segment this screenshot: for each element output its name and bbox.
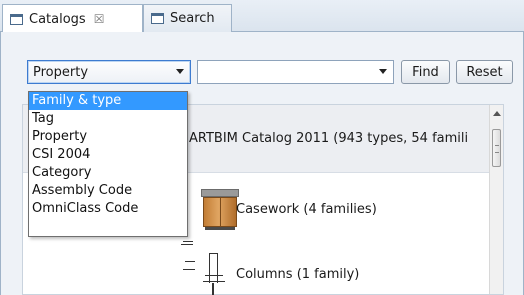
list-item-label: Columns (1 family) [236,267,360,282]
tab-search[interactable]: Search [143,4,232,32]
dropdown-option-property[interactable]: Property [29,128,187,146]
window-icon [10,13,23,25]
dropdown-option-tag[interactable]: Tag [29,110,187,128]
dropdown-option-assembly-code[interactable]: Assembly Code [29,182,187,200]
property-select-value: Property [33,64,89,80]
property-select[interactable]: Property [27,60,191,84]
chevron-down-icon[interactable] [379,69,387,74]
column-icon [179,239,231,295]
scroll-up-icon[interactable] [493,111,501,116]
dropdown-option-csi-2004[interactable]: CSI 2004 [29,146,187,164]
list-item-label: Casework (4 families) [236,202,377,217]
cabinet-icon [199,189,241,231]
find-button[interactable]: Find [401,60,450,84]
scroll-thumb[interactable] [492,129,501,167]
tab-search-label: Search [170,11,215,26]
chevron-down-icon[interactable] [176,69,184,74]
tab-catalogs[interactable]: Catalogs ☒ [2,4,143,33]
dropdown-option-category[interactable]: Category [29,164,187,182]
value-combo[interactable] [197,60,394,84]
catalog-title: ARTBIM Catalog 2011 (943 types, 54 famil… [189,131,469,146]
property-dropdown-list: Family & type Tag Property CSI 2004 Cate… [28,91,188,237]
tab-catalogs-label: Catalogs [29,11,86,27]
tab-strip: Catalogs ☒ Search [0,0,524,33]
list-item-columns[interactable]: Columns (1 family) [23,239,491,295]
dropdown-option-family-type[interactable]: Family & type [29,92,187,110]
vertical-scrollbar[interactable] [489,105,503,294]
window-icon [151,13,164,24]
close-icon[interactable]: ☒ [94,12,105,26]
reset-button[interactable]: Reset [456,60,513,84]
dropdown-option-omniclass-code[interactable]: OmniClass Code [29,200,187,218]
